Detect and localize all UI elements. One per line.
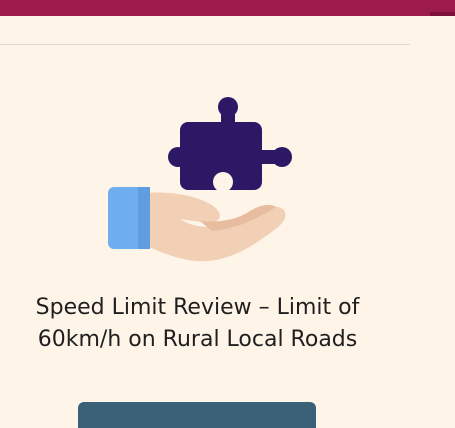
- card-action-button[interactable]: [78, 402, 316, 428]
- card-title-line-2: 60km/h on Rural Local Roads: [37, 327, 358, 352]
- section-divider: [0, 44, 410, 45]
- hand-holding-puzzle-icon: [108, 97, 292, 262]
- card-title: Speed Limit Review – Limit of 60km/h on …: [0, 292, 395, 356]
- top-bar: [0, 0, 455, 16]
- sleeve-icon: [108, 187, 150, 249]
- top-bar-accent: [430, 12, 455, 16]
- hand-icon: [145, 192, 286, 262]
- card-title-line-1: Speed Limit Review – Limit of: [35, 295, 360, 320]
- puzzle-piece-icon: [168, 97, 292, 192]
